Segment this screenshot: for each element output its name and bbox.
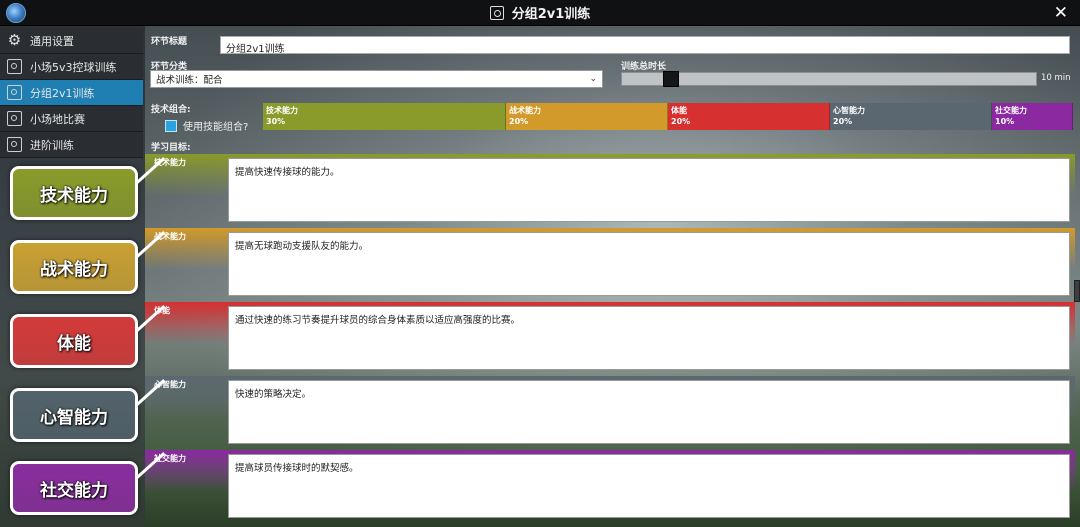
goal-block: 战术能力 提高无球跑动支援队友的能力。 bbox=[145, 228, 1075, 298]
goal-block: 社交能力 提高球员传接球时的默契感。 bbox=[145, 450, 1075, 520]
skill-combo-name: 心智能力 bbox=[833, 106, 865, 115]
skill-combo-percent: 20% bbox=[833, 117, 853, 126]
gear-icon: ⚙ bbox=[7, 31, 22, 49]
sidebar-item-label: 通用设置 bbox=[30, 34, 74, 48]
goal-block: 技术能力 提高快速传接球的能力。 bbox=[145, 154, 1075, 224]
drill-icon bbox=[7, 137, 22, 152]
sidebar-item-label: 小场5v3控球训练 bbox=[30, 60, 117, 74]
goal-block: 心智能力 快速的策略决定。 bbox=[145, 376, 1075, 446]
skill-combo-bar: 技术能力 30% 战术能力 20% 体能 20% 心智能力 20% 社交能力 10% bbox=[263, 103, 1073, 130]
skill-combo-percent: 10% bbox=[995, 117, 1015, 126]
goal-textarea[interactable]: 快速的策略决定。 bbox=[228, 380, 1070, 444]
callout-text: 技术能力 bbox=[40, 185, 108, 206]
window-title: 分组2v1训练 bbox=[511, 7, 591, 22]
callout-label: 心智能力 bbox=[10, 388, 138, 442]
skill-combo-label: 技术组合: bbox=[151, 105, 191, 115]
sidebar-item-label: 小场地比赛 bbox=[30, 112, 85, 126]
sidebar: ⚙ 通用设置小场5v3控球训练 分组2v1训练 小场地比赛进阶训练 bbox=[0, 28, 143, 158]
drill-icon bbox=[489, 5, 504, 20]
skill-combo-segment[interactable]: 战术能力 20% bbox=[506, 103, 668, 130]
callout-label: 社交能力 bbox=[10, 461, 138, 515]
category-select-value: 战术训练：配合 bbox=[156, 75, 223, 86]
sidebar-item[interactable]: 分组2v1训练 bbox=[0, 80, 143, 106]
scrollbar[interactable] bbox=[1074, 280, 1080, 302]
category-select[interactable]: 战术训练：配合 ⌄ bbox=[150, 70, 603, 88]
sidebar-item[interactable]: 进阶训练 bbox=[0, 132, 143, 158]
section-title-label: 环节标题 bbox=[151, 37, 188, 47]
callout-label: 战术能力 bbox=[10, 240, 138, 294]
skill-combo-percent: 20% bbox=[509, 117, 529, 126]
skill-combo-segment[interactable]: 社交能力 10% bbox=[992, 103, 1073, 130]
goal-textarea[interactable]: 通过快速的练习节奏提升球员的综合身体素质以适应高强度的比赛。 bbox=[228, 306, 1070, 370]
goal-textarea[interactable]: 提高无球跑动支援队友的能力。 bbox=[228, 232, 1070, 296]
sidebar-item[interactable]: 小场地比赛 bbox=[0, 106, 143, 132]
callout-text: 社交能力 bbox=[40, 480, 108, 501]
close-button[interactable]: ✕ bbox=[1054, 3, 1068, 23]
callout-text: 心智能力 bbox=[40, 407, 108, 428]
sidebar-item-label: 分组2v1训练 bbox=[30, 86, 95, 100]
window-title-group: 分组2v1训练 bbox=[489, 3, 591, 22]
section-title-input[interactable]: 分组2v1训练 bbox=[220, 36, 1070, 55]
chevron-down-icon: ⌄ bbox=[589, 74, 597, 84]
duration-slider-thumb[interactable] bbox=[663, 71, 679, 87]
sidebar-item-label: 进阶训练 bbox=[30, 138, 74, 152]
goal-textarea[interactable]: 提高快速传接球的能力。 bbox=[228, 158, 1070, 222]
duration-slider[interactable] bbox=[621, 71, 1037, 87]
title-bar: 分组2v1训练 ✕ bbox=[0, 0, 1080, 26]
callout-text: 体能 bbox=[57, 333, 91, 354]
skill-combo-name: 战术能力 bbox=[509, 106, 541, 115]
use-skill-combo-toggle[interactable]: 使用技能组合? bbox=[165, 118, 248, 133]
duration-value: 10 min bbox=[1041, 73, 1071, 83]
drill-icon bbox=[7, 111, 22, 126]
callout-text: 战术能力 bbox=[40, 259, 108, 280]
app-window: 分组2v1训练 ✕ ⚙ 通用设置 小场5v3控球训练 分组2v1训练 小场地比赛 进阶训练… bbox=[0, 0, 1080, 527]
drill-form: 环节标题 分组2v1训练 环节分类 战术训练：配合 ⌄ 训练总时长 10 min… bbox=[145, 26, 1080, 527]
goals-label: 学习目标: bbox=[151, 143, 191, 153]
skill-combo-name: 社交能力 bbox=[995, 106, 1027, 115]
skill-combo-segment[interactable]: 心智能力 20% bbox=[830, 103, 992, 130]
sidebar-item[interactable]: ⚙ 通用设置 bbox=[0, 28, 143, 54]
drill-icon bbox=[7, 85, 22, 100]
goal-textarea[interactable]: 提高球员传接球时的默契感。 bbox=[228, 454, 1070, 518]
callout-label: 技术能力 bbox=[10, 166, 138, 220]
callout-label: 体能 bbox=[10, 314, 138, 368]
skill-combo-name: 技术能力 bbox=[266, 106, 298, 115]
skill-combo-percent: 30% bbox=[266, 117, 286, 126]
app-logo-icon bbox=[6, 3, 26, 23]
drill-icon bbox=[7, 59, 22, 74]
use-skill-combo-label: 使用技能组合? bbox=[183, 122, 249, 133]
goal-block: 体能 通过快速的练习节奏提升球员的综合身体素质以适应高强度的比赛。 bbox=[145, 302, 1075, 372]
use-skill-combo-checkbox[interactable] bbox=[165, 119, 177, 132]
skill-combo-segment[interactable]: 体能 20% bbox=[668, 103, 830, 130]
skill-combo-percent: 20% bbox=[671, 117, 691, 126]
duration-label: 训练总时长 bbox=[621, 62, 667, 72]
skill-combo-segment[interactable]: 技术能力 30% bbox=[263, 103, 506, 130]
skill-combo-name: 体能 bbox=[671, 106, 687, 115]
sidebar-item[interactable]: 小场5v3控球训练 bbox=[0, 54, 143, 80]
